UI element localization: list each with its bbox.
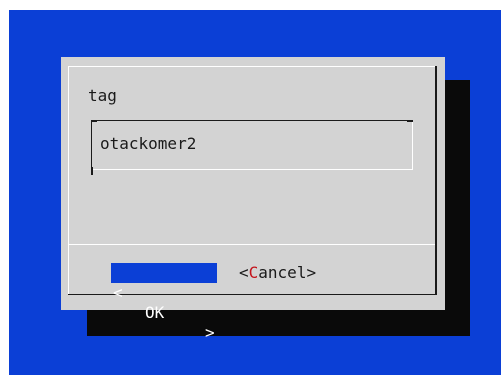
input-corner-bottom-left [91, 167, 93, 175]
ok-button-right-bracket: > [205, 323, 215, 342]
cancel-button-left-bracket: < [239, 263, 249, 282]
input-value[interactable]: otackomer2 [100, 134, 196, 154]
frame-border-right [435, 66, 437, 294]
ok-button[interactable]: < OK > [111, 263, 217, 342]
ok-button-left-bracket: < [113, 283, 123, 302]
separator-tick [435, 241, 437, 247]
cancel-button[interactable]: <Cancel> [239, 263, 316, 283]
cancel-button-right-bracket: > [306, 263, 317, 282]
cancel-button-label: ancel [258, 263, 307, 282]
ok-button-label: OK [145, 303, 165, 322]
cancel-button-hotkey: C [248, 263, 259, 282]
tag-input-field[interactable]: otackomer2 [91, 120, 413, 175]
input-corner-top-right [407, 120, 413, 122]
frame-border-top [68, 66, 436, 67]
input-dialog: tag otackomer2 < OK > <Cancel> [61, 57, 445, 342]
prompt-label: tag [88, 86, 117, 105]
input-corner-top-left [91, 120, 97, 122]
frame-border-left [68, 66, 69, 294]
button-row-separator [68, 244, 437, 245]
